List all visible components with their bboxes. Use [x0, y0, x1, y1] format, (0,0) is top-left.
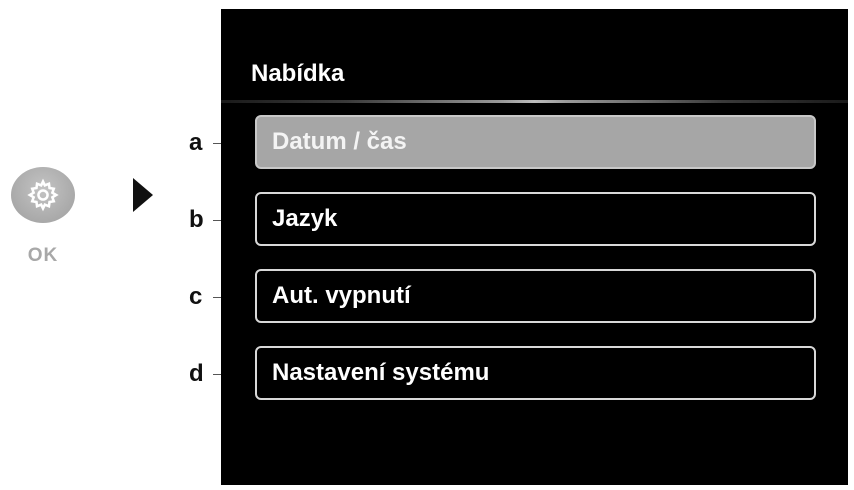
- ok-gear-button[interactable]: [11, 167, 75, 223]
- callout-letter: c: [189, 283, 203, 310]
- menu-item-nastaveni-systemu[interactable]: Nastavení systému: [255, 346, 816, 400]
- title-divider: [221, 100, 848, 103]
- menu-item-label: Nastavení systému: [272, 359, 490, 386]
- callout-letter: b: [189, 206, 204, 233]
- ok-label: OK: [27, 245, 59, 266]
- callout-letter: d: [189, 360, 204, 387]
- device-screen: Nabídka Datum / čas Jazyk Aut. vypnutí N…: [221, 9, 848, 485]
- play-arrow-icon: [133, 178, 153, 212]
- menu-item-label: Aut. vypnutí: [272, 282, 411, 309]
- menu-item-label: Jazyk: [272, 205, 338, 232]
- menu-item-aut-vypnuti[interactable]: Aut. vypnutí: [255, 269, 816, 323]
- gear-icon: [27, 178, 59, 212]
- menu-title: Nabídka: [251, 60, 345, 87]
- menu-item-label: Datum / čas: [272, 128, 407, 155]
- menu-item-jazyk[interactable]: Jazyk: [255, 192, 816, 246]
- callout-letter: a: [189, 129, 203, 156]
- menu-item-datum-cas[interactable]: Datum / čas: [255, 115, 816, 169]
